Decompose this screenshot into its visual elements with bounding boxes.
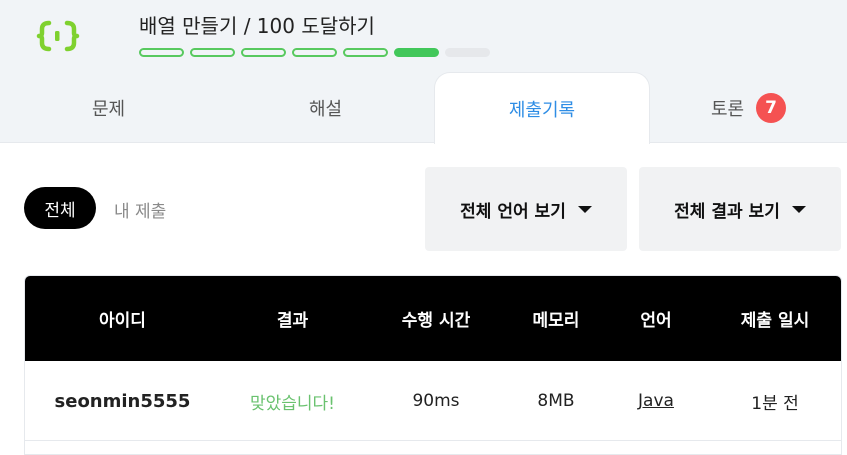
cell-language-link[interactable]: Java (605, 361, 707, 441)
cell-submitted-time: 1분 전 (751, 393, 799, 414)
progress-step-remaining (445, 48, 490, 57)
cell-result: 맞았습니다! (249, 393, 335, 414)
tab-discussion[interactable]: 토론 7 (650, 72, 847, 143)
progress-step (190, 48, 235, 57)
page-header: 배열 만들기 / 100 도달하기 문제 해설 제출기록 토론 7 (0, 0, 847, 144)
progress-step (292, 48, 337, 57)
table-row: seonmin5555 맞았습니다! 90ms 8MB Java 1분 전 (25, 361, 841, 441)
progress-step-current (394, 48, 439, 57)
page-title: 배열 만들기 / 100 도달하기 (139, 14, 375, 38)
discussion-count-badge: 7 (756, 92, 787, 123)
progress-bar (139, 48, 490, 57)
tab-label: 해설 (308, 98, 343, 120)
tab-solution[interactable]: 해설 (217, 72, 434, 143)
tab-label: 문제 (91, 98, 126, 120)
filter-mine-button[interactable]: 내 제출 (114, 197, 166, 222)
cell-user-id: seonmin5555 (54, 390, 191, 412)
tab-submissions[interactable]: 제출기록 (434, 72, 650, 144)
progress-step (139, 48, 184, 57)
language-filter-dropdown[interactable]: 전체 언어 보기 (425, 167, 627, 251)
table-header: 아이디 결과 수행 시간 메모리 언어 제출 일시 (25, 276, 841, 361)
column-header-memory: 메모리 (532, 311, 580, 331)
caret-down-icon (577, 205, 592, 213)
dropdown-label: 전체 결과 보기 (674, 201, 780, 222)
progress-step (343, 48, 388, 57)
column-header-id: 아이디 (99, 311, 146, 331)
submissions-table: 아이디 결과 수행 시간 메모리 언어 제출 일시 seonmin5555 맞았… (24, 275, 842, 455)
progress-step (241, 48, 286, 57)
column-header-submitted: 제출 일시 (740, 311, 810, 331)
braces-logo-icon[interactable] (36, 18, 80, 54)
column-header-time: 수행 시간 (401, 311, 471, 331)
column-header-result: 결과 (276, 311, 309, 331)
dropdown-label: 전체 언어 보기 (460, 201, 566, 222)
result-filter-dropdown[interactable]: 전체 결과 보기 (639, 167, 841, 251)
cell-time: 90ms (412, 391, 460, 411)
tab-problem[interactable]: 문제 (0, 72, 217, 143)
caret-down-icon (791, 205, 806, 213)
cell-memory: 8MB (537, 391, 575, 411)
tab-label: 토론 (710, 98, 745, 120)
filter-all-button[interactable]: 전체 (24, 187, 96, 229)
tab-label: 제출기록 (508, 99, 576, 121)
column-header-language: 언어 (640, 311, 672, 331)
